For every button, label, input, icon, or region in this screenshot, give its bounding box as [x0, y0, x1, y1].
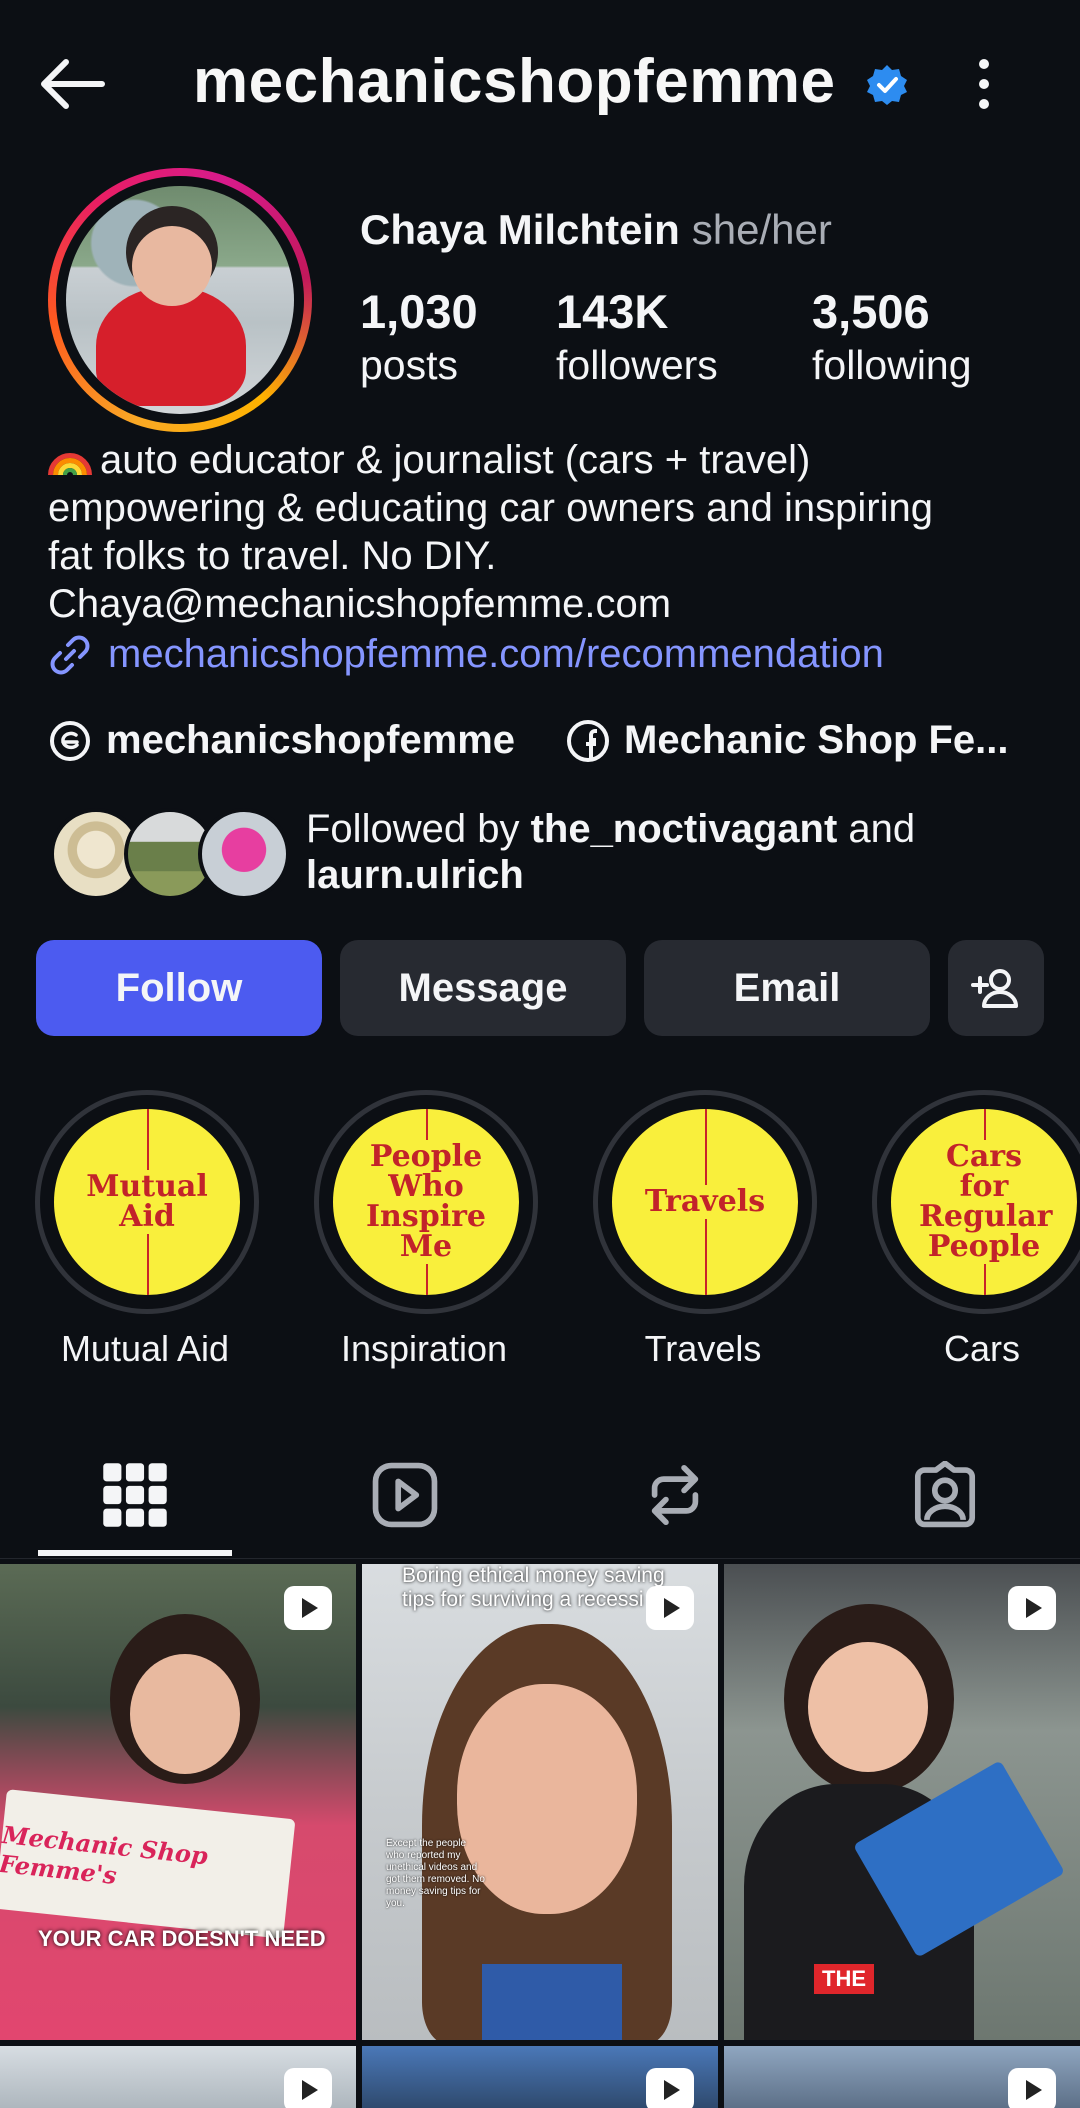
bio-link-text: mechanicshopfemme.com/recommendation: [108, 632, 884, 676]
highlight-cover: People Who Inspire Me: [314, 1090, 538, 1314]
mutual-avatar-3: [198, 808, 290, 900]
add-person-icon: [971, 969, 1018, 1008]
post-thumbnail[interactable]: [362, 2046, 718, 2108]
stat-followers-count: 143K: [556, 285, 669, 338]
post-overlay-text: Except the people who reported my unethi…: [386, 1838, 485, 1909]
tabs-divider: [0, 1558, 1080, 1559]
tab-reels[interactable]: [305, 1430, 505, 1560]
facebook-link[interactable]: Mechanic Shop Fe...: [566, 718, 1009, 763]
reel-icon: [284, 2068, 332, 2108]
post-thumbnail[interactable]: [0, 2046, 356, 2108]
highlight-cars[interactable]: Cars for Regular People Cars: [872, 1090, 1080, 1370]
profile-avatar[interactable]: [48, 168, 312, 432]
facebook-name: Mechanic Shop Fe...: [624, 718, 1009, 762]
highlight-cover-text: Cars for Regular People: [919, 1139, 1053, 1264]
highlight-cover-text: Travels: [630, 1185, 780, 1219]
full-name-text: Chaya Milchtein: [360, 206, 680, 253]
followed-by-line-1: Followed by the_noctivagant and: [306, 806, 915, 852]
reposts-icon: [651, 1464, 699, 1526]
reels-icon: [372, 1462, 438, 1528]
link-icon: [50, 635, 90, 674]
rainbow-emoji-icon: [48, 445, 92, 475]
stat-followers-label: followers: [556, 342, 718, 388]
verified-badge-icon: [866, 64, 908, 106]
highlight-cover-text: Mutual Aid: [82, 1170, 212, 1234]
profile-tabs: [0, 1430, 1080, 1560]
post-figure-face: [808, 1642, 928, 1772]
highlight-label: Inspiration: [340, 1328, 508, 1369]
followed-by-joiner: and: [837, 807, 916, 851]
highlight-cover-text: People Who Inspire Me: [351, 1140, 501, 1264]
email-button[interactable]: Email: [644, 940, 930, 1036]
facebook-icon: [567, 719, 609, 762]
stat-followers[interactable]: 143K followers: [556, 284, 718, 390]
stat-posts-label: posts: [360, 342, 458, 388]
highlight-inspiration[interactable]: People Who Inspire Me Inspiration: [314, 1090, 538, 1370]
followed-by-line-2: laurn.ulrich: [306, 852, 915, 898]
post-caption: YOUR CAR DOESN'T NEED: [38, 1926, 326, 1951]
post-caption-box: THE: [814, 1964, 874, 1994]
post-thumbnail[interactable]: Mechanic Shop Femme's YOUR CAR DOESN'T N…: [0, 1564, 356, 2040]
back-arrow-icon[interactable]: [36, 52, 108, 116]
post-book: Mechanic Shop Femme's: [0, 1789, 296, 1939]
stat-posts[interactable]: 1,030 posts: [360, 284, 478, 390]
mutual-user-1: the_noctivagant: [530, 807, 838, 851]
pronouns: she/her: [691, 206, 832, 253]
highlight-travels[interactable]: Travels Travels: [593, 1090, 817, 1370]
bio-line-2: empowering & educating car owners and in…: [48, 486, 933, 530]
reel-icon: [284, 1586, 332, 1630]
profile-username: mechanicshopfemme: [193, 47, 836, 116]
grid-icon: [103, 1463, 167, 1527]
post-thumbnail[interactable]: [724, 2046, 1080, 2108]
threads-icon: [50, 720, 90, 761]
mutual-followers-avatars[interactable]: [50, 808, 290, 900]
more-options-icon[interactable]: [964, 54, 1004, 114]
tab-reposts[interactable]: [575, 1430, 775, 1560]
tab-grid[interactable]: [35, 1430, 235, 1560]
bio-email: Chaya@mechanicshopfemme.com: [48, 582, 672, 626]
reel-icon: [646, 2068, 694, 2108]
reel-icon: [646, 1586, 694, 1630]
highlight-label: Cars: [944, 1328, 1021, 1369]
post-thumbnail[interactable]: Boring ethical money saving tips for sur…: [362, 1564, 718, 2040]
bio-line-1: auto educator & journalist (cars + trave…: [48, 436, 1048, 484]
highlight-label: Mutual Aid: [60, 1328, 230, 1369]
tab-tagged[interactable]: [845, 1430, 1045, 1560]
followed-by-prefix: Followed by: [306, 807, 531, 851]
stat-following[interactable]: 3,506 following: [812, 284, 972, 390]
bio-line-1-text: auto educator & journalist (cars + trave…: [100, 438, 811, 482]
followed-by-text[interactable]: Followed by the_noctivagant and laurn.ul…: [306, 806, 915, 898]
message-button[interactable]: Message: [340, 940, 626, 1036]
avatar-photo: [66, 186, 294, 414]
follow-button[interactable]: Follow: [36, 940, 322, 1036]
stat-posts-count: 1,030: [360, 285, 478, 338]
reel-icon: [1008, 2068, 1056, 2108]
profile-header: mechanicshopfemme: [0, 0, 1080, 170]
highlight-mutual-aid[interactable]: Mutual Aid Mutual Aid: [35, 1090, 259, 1370]
stat-following-count: 3,506: [812, 285, 930, 338]
post-book-title: Mechanic Shop Femme's: [0, 1820, 210, 1891]
post-figure-shirt: [482, 1964, 622, 2040]
threads-link[interactable]: mechanicshopfemme: [48, 718, 515, 763]
bio-link[interactable]: mechanicshopfemme.com/recommendation: [48, 632, 884, 677]
post-thumbnail[interactable]: THE: [724, 1564, 1080, 2040]
active-tab-indicator: [38, 1550, 232, 1556]
reel-icon: [1008, 1586, 1056, 1630]
suggested-users-button[interactable]: [948, 940, 1044, 1036]
highlight-cover: Mutual Aid: [35, 1090, 259, 1314]
post-figure-face: [130, 1654, 240, 1774]
post-caption: THE: [822, 1966, 866, 1991]
stat-following-label: following: [812, 342, 972, 388]
highlight-label: Travels: [644, 1328, 762, 1369]
highlight-cover: Travels: [593, 1090, 817, 1314]
highlight-cover: Cars for Regular People: [872, 1090, 1080, 1314]
profile-bio: auto educator & journalist (cars + trave…: [48, 436, 1048, 628]
threads-username: mechanicshopfemme: [106, 718, 516, 762]
bio-line-3: fat folks to travel. No DIY.: [48, 534, 497, 578]
mutual-user-2: laurn.ulrich: [306, 853, 524, 897]
profile-full-name: Chaya Milchtein she/her: [360, 206, 832, 254]
posts-grid: Mechanic Shop Femme's YOUR CAR DOESN'T N…: [0, 1564, 1080, 2108]
tagged-icon: [914, 1461, 976, 1528]
